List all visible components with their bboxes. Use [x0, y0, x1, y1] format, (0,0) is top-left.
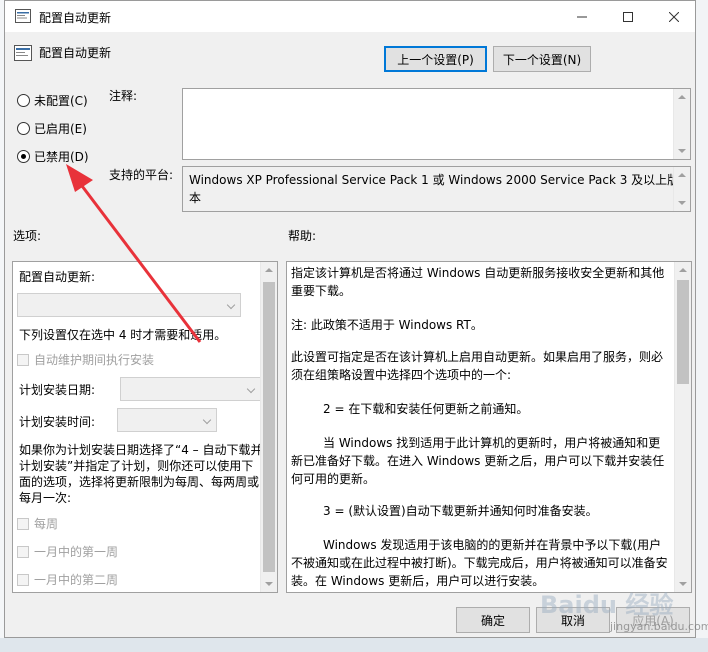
watermark-logo: Baidu 经验 [540, 591, 674, 619]
watermark-url: jingyan.baidu.com [610, 620, 708, 633]
annotation-arrow [66, 164, 202, 343]
